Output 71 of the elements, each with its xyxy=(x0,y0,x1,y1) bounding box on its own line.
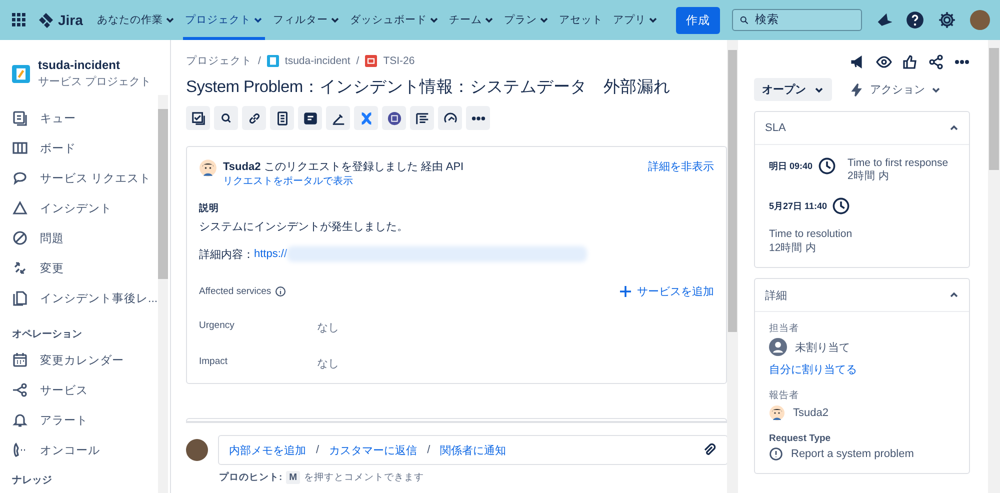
nav-menu[interactable]: フィルター xyxy=(270,0,342,40)
sla-name: Time to first response xyxy=(848,157,948,169)
status-button[interactable]: オープン xyxy=(754,78,832,101)
sla-name: Time to resolution xyxy=(769,227,854,242)
detail-label: 詳細内容： xyxy=(199,248,254,262)
field-label: 報告者 xyxy=(769,389,800,402)
logo-text[interactable]: Jira xyxy=(58,12,83,28)
breadcrumb-link[interactable]: TSI-26 xyxy=(383,55,415,67)
field-label: 担当者 xyxy=(769,322,800,336)
field-label: Impact xyxy=(199,356,229,369)
field-value: なし xyxy=(317,321,339,335)
sidebar-section-heading: ナレッジ xyxy=(11,474,53,488)
breadcrumb-separator: / xyxy=(258,55,261,67)
create-button[interactable]: 作成 xyxy=(676,6,720,34)
keyboard-key: M xyxy=(286,471,300,484)
nav-menu[interactable]: アセット xyxy=(556,0,605,40)
project-name: tsuda-incident xyxy=(38,58,122,72)
sla-remaining: 12時間 内 xyxy=(769,241,818,256)
nav-menu[interactable]: あなたの作業 xyxy=(94,0,177,40)
description-label: 説明 xyxy=(199,202,220,215)
sidebar-item[interactable]: サービス xyxy=(0,375,158,405)
sidebar-item[interactable]: インシデント xyxy=(0,193,158,223)
field-label: Urgency xyxy=(199,320,236,333)
breadcrumb-link[interactable]: プロジェクト xyxy=(186,54,252,68)
sla-time: 明日 09:40 xyxy=(769,160,813,172)
sidebar-item[interactable]: 変更 xyxy=(0,253,158,283)
detail-link[interactable]: https:// xyxy=(254,248,288,260)
search-field[interactable]: 検索 xyxy=(732,9,862,31)
request-summary: Tsuda2 このリクエストを登録しました 経由 API xyxy=(223,160,465,174)
comment-action-link[interactable]: カスタマーに返信 xyxy=(329,442,418,458)
sla-time: 5月27日 11:40 xyxy=(769,200,828,212)
breadcrumb-link[interactable]: tsuda-incident xyxy=(284,55,350,67)
field-label: Request Type xyxy=(769,433,832,444)
sidebar-item[interactable]: ボード xyxy=(0,133,158,163)
nav-menu[interactable]: プロジェクト xyxy=(182,0,265,40)
sidebar-item[interactable]: 変更カレンダー xyxy=(0,345,158,375)
sidebar-item[interactable]: アラート xyxy=(0,405,158,435)
comment-action-link[interactable]: 内部メモを追加 xyxy=(229,442,306,458)
hint-text: を押すとコメントできます xyxy=(304,471,424,484)
description-text: システムにインシデントが発生しました。 xyxy=(199,220,409,234)
comment-field[interactable]: 内部メモを追加 / カスタマーに返信 / 関係者に通知 xyxy=(218,435,728,465)
panel-title: 詳細 xyxy=(765,288,787,303)
separator: / xyxy=(427,444,430,456)
assign-to-me-link[interactable]: 自分に割り当てる xyxy=(769,362,955,378)
sidebar-item[interactable]: キュー xyxy=(0,103,158,133)
portal-link[interactable]: リクエストをポータルで表示 xyxy=(223,176,353,187)
sidebar-section-heading: オペレーション xyxy=(11,328,83,342)
field-value: なし xyxy=(317,357,339,371)
sla-remaining: 2時間 内 xyxy=(848,169,890,183)
add-service-link[interactable]: サービスを追加 xyxy=(620,284,714,299)
affected-services-label: Affected services xyxy=(199,286,272,297)
reporter-value: Tsuda2 xyxy=(793,407,828,420)
comment-action-link[interactable]: 関係者に通知 xyxy=(440,442,506,458)
nav-menu[interactable]: ダッシュボード xyxy=(348,0,441,40)
separator: / xyxy=(316,444,320,456)
issue-title: System Problem：インシデント情報：システムデータ 外部漏れ xyxy=(186,77,672,98)
nav-menu[interactable]: チーム xyxy=(446,0,496,40)
hide-details-link[interactable]: 詳細を非表示 xyxy=(648,159,714,174)
sidebar-item[interactable]: オンコール xyxy=(0,435,158,465)
request-type-value: Report a system problem xyxy=(791,448,914,460)
breadcrumb-separator: / xyxy=(356,55,360,67)
project-type: サービス プロジェクト xyxy=(38,74,152,89)
sidebar-item[interactable]: 問題 xyxy=(0,223,158,253)
sidebar-item[interactable]: インシデント事後レ... xyxy=(0,283,158,313)
panel-title: SLA xyxy=(765,122,786,134)
sidebar-item[interactable]: サービス リクエスト xyxy=(0,163,158,193)
action-button[interactable]: アクション xyxy=(844,78,947,101)
assignee-value: 未割り当て xyxy=(795,340,850,355)
hint-label: プロのヒント: xyxy=(219,471,282,484)
nav-menu[interactable]: プラン xyxy=(502,0,551,40)
nav-menu[interactable]: アプリ xyxy=(610,0,660,40)
